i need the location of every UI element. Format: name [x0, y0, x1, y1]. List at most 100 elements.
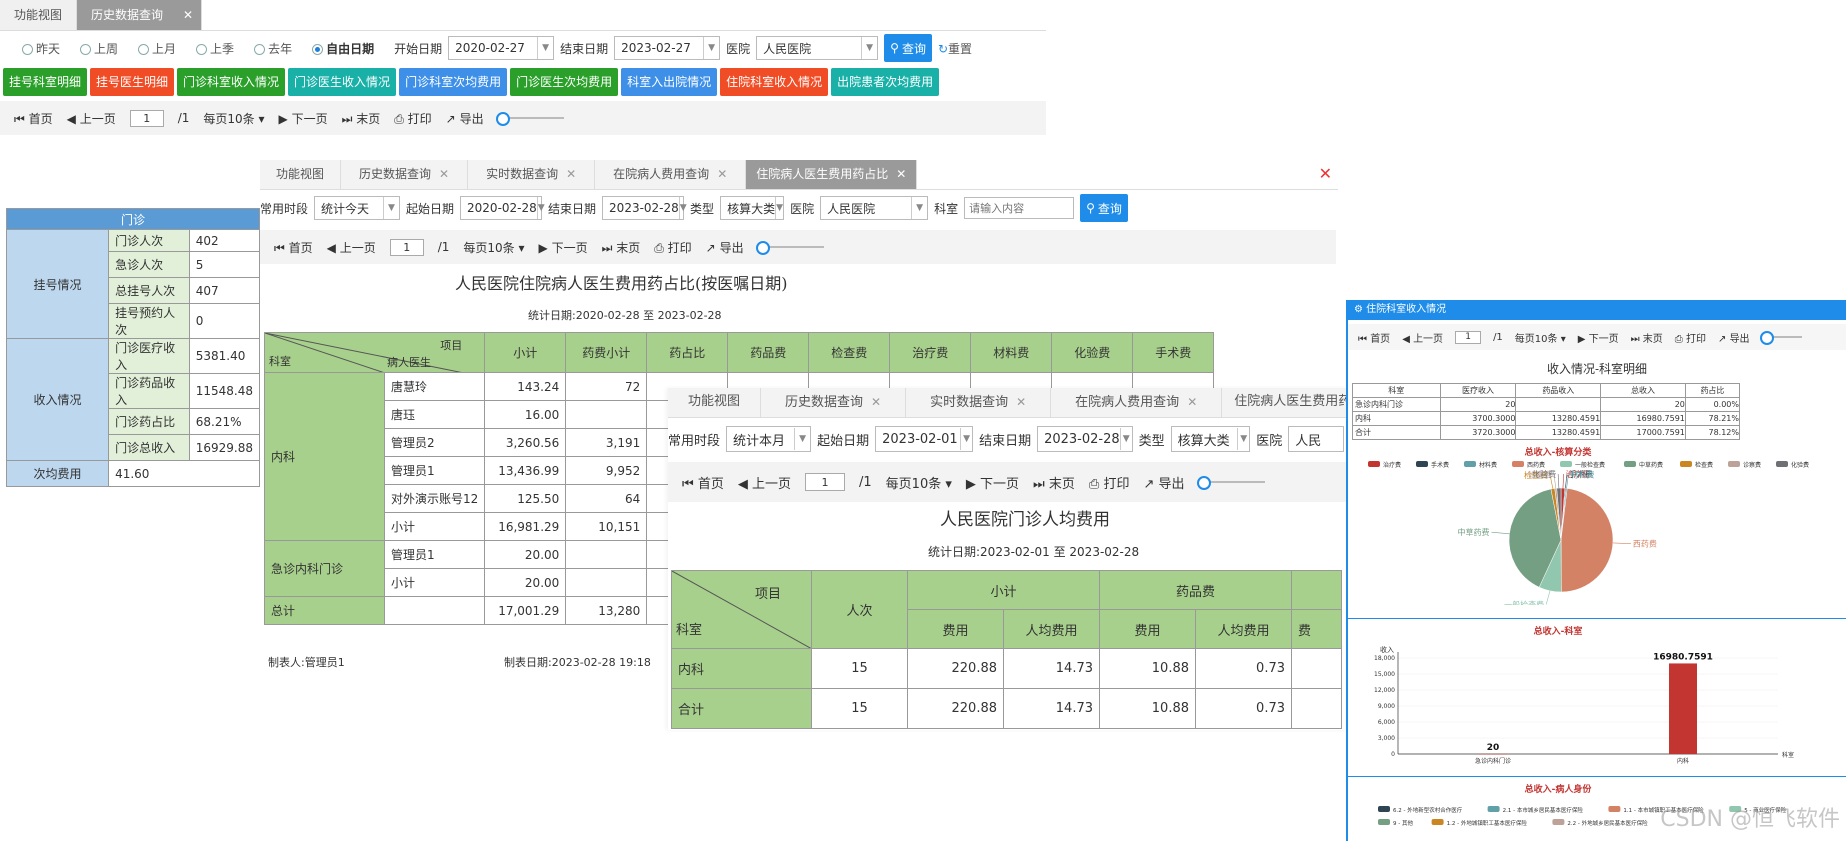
- print-button[interactable]: ⎙ 打印: [394, 110, 431, 127]
- end-date-input[interactable]: 2023-02-28 ▼: [1037, 426, 1133, 452]
- start-date-label: 起始日期: [406, 201, 455, 216]
- tab-function-view[interactable]: 功能视图: [0, 0, 78, 30]
- tab-function-view[interactable]: 功能视图: [260, 160, 342, 189]
- x-tick-label: 内科: [1677, 757, 1689, 765]
- query-button[interactable]: ⚲ 查询: [884, 34, 932, 62]
- page-size-select[interactable]: 每页10条 ▾: [886, 473, 952, 492]
- zoom-slider[interactable]: [1759, 331, 1802, 345]
- close-icon[interactable]: ✕: [439, 167, 449, 181]
- next-page-button[interactable]: ▶ 下一页: [539, 239, 588, 256]
- close-icon[interactable]: ✕: [1187, 395, 1197, 409]
- prev-page-button[interactable]: ◀ 上一页: [67, 110, 116, 127]
- radio-last-week[interactable]: 上周: [80, 40, 118, 57]
- prev-page-button[interactable]: ◀ 上一页: [1402, 330, 1443, 345]
- tab-realtime-query[interactable]: 实时数据查询 ✕: [468, 160, 596, 189]
- hospital-select[interactable]: 人民医院 ▼: [820, 196, 929, 220]
- next-page-button[interactable]: ▶ 下一页: [1578, 330, 1619, 345]
- hospital-select[interactable]: 人民: [1288, 426, 1344, 452]
- tab-history-query[interactable]: 历史数据查询 ✕: [341, 160, 469, 189]
- print-button[interactable]: ⎙ 打印: [654, 239, 691, 256]
- radio-last-month[interactable]: 上月: [138, 40, 176, 57]
- export-button[interactable]: ↗ 导出: [1718, 330, 1750, 345]
- next-page-button[interactable]: ▶ 下一页: [966, 473, 1019, 492]
- next-page-button[interactable]: ▶ 下一页: [279, 110, 328, 127]
- page-input[interactable]: 1: [805, 473, 846, 491]
- close-icon[interactable]: ✕: [1319, 160, 1338, 189]
- close-icon[interactable]: ✕: [871, 395, 881, 409]
- close-icon[interactable]: ✕: [183, 8, 193, 22]
- page-size-select[interactable]: 每页10条 ▾: [463, 239, 524, 256]
- col-header: 药品费: [1099, 570, 1292, 610]
- last-page-button[interactable]: ⏭ 末页: [602, 239, 641, 256]
- tab-history-query[interactable]: 历史数据查询 ✕: [77, 0, 203, 30]
- tab-inpatient-fee[interactable]: 在院病人费用查询 ✕: [1051, 388, 1223, 417]
- print-button[interactable]: ⎙ 打印: [1675, 330, 1706, 345]
- radio-yesterday[interactable]: 昨天: [22, 40, 60, 57]
- zoom-slider[interactable]: [755, 241, 824, 255]
- report-button-reg-dept[interactable]: 挂号科室明细: [3, 68, 88, 96]
- period-select[interactable]: 统计今天 ▼: [314, 196, 401, 220]
- first-page-button[interactable]: ⏮ 首页: [682, 473, 724, 492]
- page-input[interactable]: 1: [129, 109, 164, 127]
- report-button-discharge-avg[interactable]: 出院患者次均费用: [831, 68, 940, 96]
- report-button-admission[interactable]: 科室入出院情况: [621, 68, 718, 96]
- radio-last-year[interactable]: 去年: [254, 40, 292, 57]
- cell-label: 门诊总收入: [108, 434, 190, 461]
- radio-last-quarter[interactable]: 上季: [196, 40, 234, 57]
- start-date-input[interactable]: 2023-02-01 ▼: [875, 426, 974, 452]
- last-page-button[interactable]: ⏭ 末页: [1631, 330, 1663, 345]
- report-button-ip-dept-income[interactable]: 住院科室收入情况: [720, 68, 829, 96]
- cell-label: 门诊人次: [108, 229, 190, 252]
- type-select[interactable]: 核算大类 ▼: [1170, 426, 1251, 452]
- report-button-op-doctor-income[interactable]: 门诊医生收入情况: [288, 68, 397, 96]
- last-page-button[interactable]: ⏭ 末页: [1033, 473, 1075, 492]
- radio-custom-date[interactable]: 自由日期: [312, 40, 374, 57]
- page-size-select[interactable]: 每页10条 ▾: [203, 110, 264, 127]
- end-date-input[interactable]: 2023-02-28 ▼: [602, 196, 687, 220]
- zoom-slider[interactable]: [495, 112, 564, 126]
- col-header: 费用: [1099, 609, 1196, 649]
- page-input[interactable]: 1: [389, 238, 424, 256]
- page-input[interactable]: 1: [1455, 330, 1482, 344]
- type-select[interactable]: 核算大类 ▼: [720, 196, 785, 220]
- print-button[interactable]: ⎙ 打印: [1089, 473, 1130, 492]
- export-icon: ↗: [705, 240, 716, 255]
- query-button[interactable]: ⚲ 查询: [1080, 194, 1128, 222]
- first-page-button[interactable]: ⏮ 首页: [1358, 330, 1390, 345]
- col-header: 医疗收入: [1439, 383, 1517, 398]
- prev-page-button[interactable]: ◀ 上一页: [738, 473, 791, 492]
- zoom-slider[interactable]: [1196, 476, 1265, 490]
- tab-inpatient-fee[interactable]: 在院病人费用查询 ✕: [595, 160, 747, 189]
- hospital-select[interactable]: 人民医院 ▼: [756, 36, 879, 60]
- start-date-input[interactable]: 2020-02-28 ▼: [460, 196, 545, 220]
- tab-history-query[interactable]: 历史数据查询 ✕: [761, 388, 907, 417]
- report-button-reg-doctor[interactable]: 挂号医生明细: [90, 68, 175, 96]
- reset-button[interactable]: ↻重置: [938, 40, 972, 57]
- first-page-button[interactable]: ⏮ 首页: [274, 239, 313, 256]
- period-select[interactable]: 统计本月 ▼: [726, 426, 812, 452]
- export-button[interactable]: ↗ 导出: [1143, 473, 1184, 492]
- prev-page-button[interactable]: ◀ 上一页: [327, 239, 376, 256]
- report-button-op-dept-income[interactable]: 门诊科室收入情况: [177, 68, 286, 96]
- last-page-button[interactable]: ⏭ 末页: [342, 110, 381, 127]
- tab-function-view[interactable]: 功能视图: [668, 388, 762, 417]
- radio-label: 上季: [210, 41, 235, 56]
- page-size-select[interactable]: 每页10条 ▾: [1515, 330, 1566, 345]
- end-date-input[interactable]: 2023-02-27 ▼: [614, 36, 721, 60]
- export-button[interactable]: ↗ 导出: [446, 110, 484, 127]
- tab-drug-ratio[interactable]: 住院病人医生费用药: [1222, 388, 1348, 417]
- close-icon[interactable]: ✕: [896, 167, 906, 181]
- start-date-input[interactable]: 2020-02-27 ▼: [448, 36, 555, 60]
- tab-realtime-query[interactable]: 实时数据查询 ✕: [906, 388, 1052, 417]
- report-button-op-doctor-avg[interactable]: 门诊医生次均费用: [510, 68, 619, 96]
- report-button-op-dept-avg[interactable]: 门诊科室次均费用: [399, 68, 508, 96]
- dept-input[interactable]: [964, 197, 1075, 219]
- tab-drug-ratio[interactable]: 住院病人医生费用药占比 ✕: [746, 160, 918, 189]
- pager-label: 导出: [719, 240, 744, 255]
- export-button[interactable]: ↗ 导出: [706, 239, 744, 256]
- close-icon[interactable]: ✕: [1016, 395, 1026, 409]
- close-icon[interactable]: ✕: [717, 167, 727, 181]
- first-page-button[interactable]: ⏮ 首页: [14, 110, 53, 127]
- close-icon[interactable]: ✕: [566, 167, 576, 181]
- value-cell: 220.88: [907, 648, 1004, 689]
